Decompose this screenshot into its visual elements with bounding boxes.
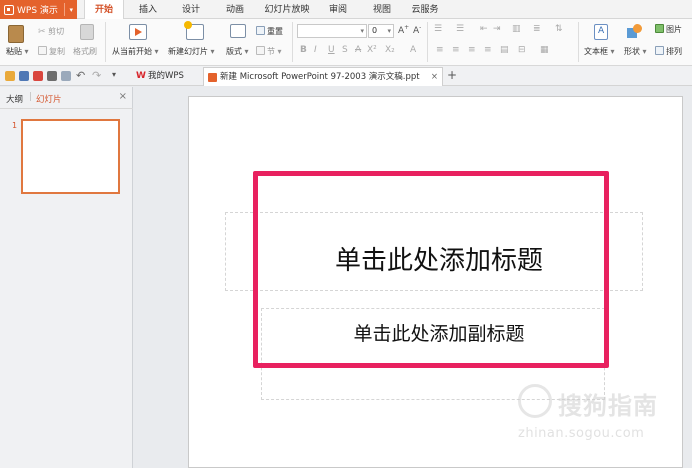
tab-review[interactable]: 审阅 (320, 0, 356, 19)
text-direction-icon[interactable]: ⇅ (555, 24, 563, 34)
new-slide-button[interactable]: 新建幻灯片 ▾ (168, 46, 215, 57)
wps-w-icon: W (136, 71, 146, 81)
paragraph-settings-icon[interactable]: ▦ (540, 45, 549, 55)
tab-home[interactable]: 开始 (84, 0, 124, 20)
print-icon[interactable] (47, 71, 57, 81)
align-left-icon[interactable]: ≡ (436, 45, 444, 55)
slide-number: 1 (12, 121, 18, 130)
quick-access-bar: ↶ ↷ ▾ W 我的WPS 新建 Microsoft PowerPoint 97… (0, 66, 692, 86)
picture-icon (655, 24, 664, 33)
shadow-icon[interactable]: S (342, 45, 348, 55)
superscript-icon[interactable]: X² (367, 45, 377, 55)
section-icon (256, 46, 265, 55)
reset-button[interactable]: 重置 (256, 26, 283, 37)
arrange-button[interactable]: 排列 (655, 46, 682, 57)
tab-animation[interactable]: 动画 (217, 0, 253, 19)
slide-thumbnail[interactable] (21, 119, 120, 194)
align-right-icon[interactable]: ≡ (468, 45, 476, 55)
paste-button[interactable]: 粘贴 ▾ (6, 46, 29, 57)
copy-icon (38, 46, 47, 55)
format-painter-button[interactable]: 格式刷 (73, 46, 97, 57)
line-spacing-icon[interactable]: ≣ (533, 24, 541, 34)
decrease-font-icon[interactable]: A- (413, 24, 421, 36)
tab-insert[interactable]: 插入 (130, 0, 166, 19)
copy-button[interactable]: 复制 (38, 46, 65, 57)
bold-icon[interactable]: B (300, 45, 307, 55)
play-from-current-button[interactable]: 从当前开始 ▾ (112, 46, 159, 57)
print-preview-icon[interactable] (61, 71, 71, 81)
cut-button[interactable]: ✂ 剪切 (38, 26, 64, 37)
font-name-select[interactable]: ▾ (297, 24, 367, 38)
distribute-icon[interactable]: ▤ (500, 45, 509, 55)
open-icon[interactable] (5, 71, 15, 81)
scissors-icon: ✂ (38, 27, 46, 37)
shape-icon (627, 24, 643, 40)
tab-cloud[interactable]: 云服务 (407, 0, 443, 19)
align-center-icon[interactable]: ≡ (452, 45, 460, 55)
save-icon[interactable] (19, 71, 29, 81)
tab-slides[interactable]: 幻灯片 (36, 93, 62, 105)
layout-button[interactable]: 版式 ▾ (226, 46, 249, 57)
numbered-list-icon[interactable]: ☰ (456, 24, 464, 34)
highlight-box (253, 171, 609, 368)
textbox-icon: A (594, 24, 608, 40)
paste-icon[interactable] (8, 25, 24, 43)
panel-header: 大纲 | 幻灯片 × (0, 87, 133, 109)
app-label: WPS 演示 (17, 6, 58, 16)
reset-icon (256, 26, 265, 35)
play-from-current-icon (129, 24, 147, 40)
wps-logo-icon (4, 4, 14, 15)
new-slide-icon (184, 21, 204, 40)
slide[interactable]: 单击此处添加标题 单击此处添加副标题 (188, 96, 683, 468)
redo-icon[interactable]: ↷ (92, 69, 101, 82)
justify-icon[interactable]: ≡ (484, 45, 492, 55)
undo-icon[interactable]: ↶ (76, 69, 85, 82)
decrease-indent-icon[interactable]: ⇤ (480, 24, 488, 34)
increase-font-icon[interactable]: A+ (398, 24, 409, 36)
picture-button[interactable]: 图片 (655, 24, 682, 35)
slide-canvas: 单击此处添加标题 单击此处添加副标题 (134, 87, 692, 468)
tab-document[interactable]: 新建 Microsoft PowerPoint 97-2003 演示文稿.ppt… (203, 67, 443, 86)
tab-design[interactable]: 设计 (173, 0, 209, 19)
chevron-down-icon[interactable]: ▾ (69, 6, 73, 14)
increase-indent-icon[interactable]: ⇥ (493, 24, 501, 34)
tab-slideshow[interactable]: 幻灯片放映 (260, 0, 314, 19)
tab-view[interactable]: 视图 (364, 0, 400, 19)
format-painter-icon (80, 24, 94, 40)
customize-toolbar-icon[interactable]: ▾ (112, 70, 116, 79)
textbox-button[interactable]: 文本框 ▾ (584, 46, 615, 57)
menu-bar: WPS 演示 ▾ 开始 插入 设计 动画 幻灯片放映 审阅 视图 云服务 (0, 0, 692, 20)
strikethrough-icon[interactable]: A (355, 45, 361, 55)
slides-panel: 大纲 | 幻灯片 × 1 (0, 87, 133, 468)
arrange-icon (655, 46, 664, 55)
columns-icon[interactable]: ▥ (512, 24, 521, 34)
align-text-icon[interactable]: ⊟ (518, 45, 526, 55)
subscript-icon[interactable]: X₂ (385, 45, 395, 55)
app-menu-button[interactable]: WPS 演示 ▾ (0, 0, 77, 19)
close-panel-icon[interactable]: × (119, 91, 127, 102)
layout-icon (230, 24, 246, 38)
ribbon-home: 粘贴 ▾ ✂ 剪切 复制 格式刷 从当前开始 ▾ 新建幻灯片 ▾ 版式 ▾ 重置… (0, 19, 692, 66)
italic-icon[interactable]: I (314, 45, 317, 55)
font-size-select[interactable]: 0 ▾ (368, 24, 394, 38)
underline-icon[interactable]: U (328, 45, 335, 55)
bullet-list-icon[interactable]: ☰ (434, 24, 442, 34)
tab-my-wps[interactable]: W 我的WPS (132, 67, 202, 86)
ppt-file-icon (208, 73, 217, 82)
new-tab-icon[interactable]: + (447, 68, 457, 82)
tab-outline[interactable]: 大纲 (6, 93, 23, 105)
font-color-icon[interactable]: A (410, 45, 416, 55)
close-tab-icon[interactable]: × (431, 68, 438, 87)
section-button[interactable]: 节 ▾ (256, 46, 282, 57)
export-pdf-icon[interactable] (33, 71, 43, 81)
shape-button[interactable]: 形状 ▾ (624, 46, 647, 57)
